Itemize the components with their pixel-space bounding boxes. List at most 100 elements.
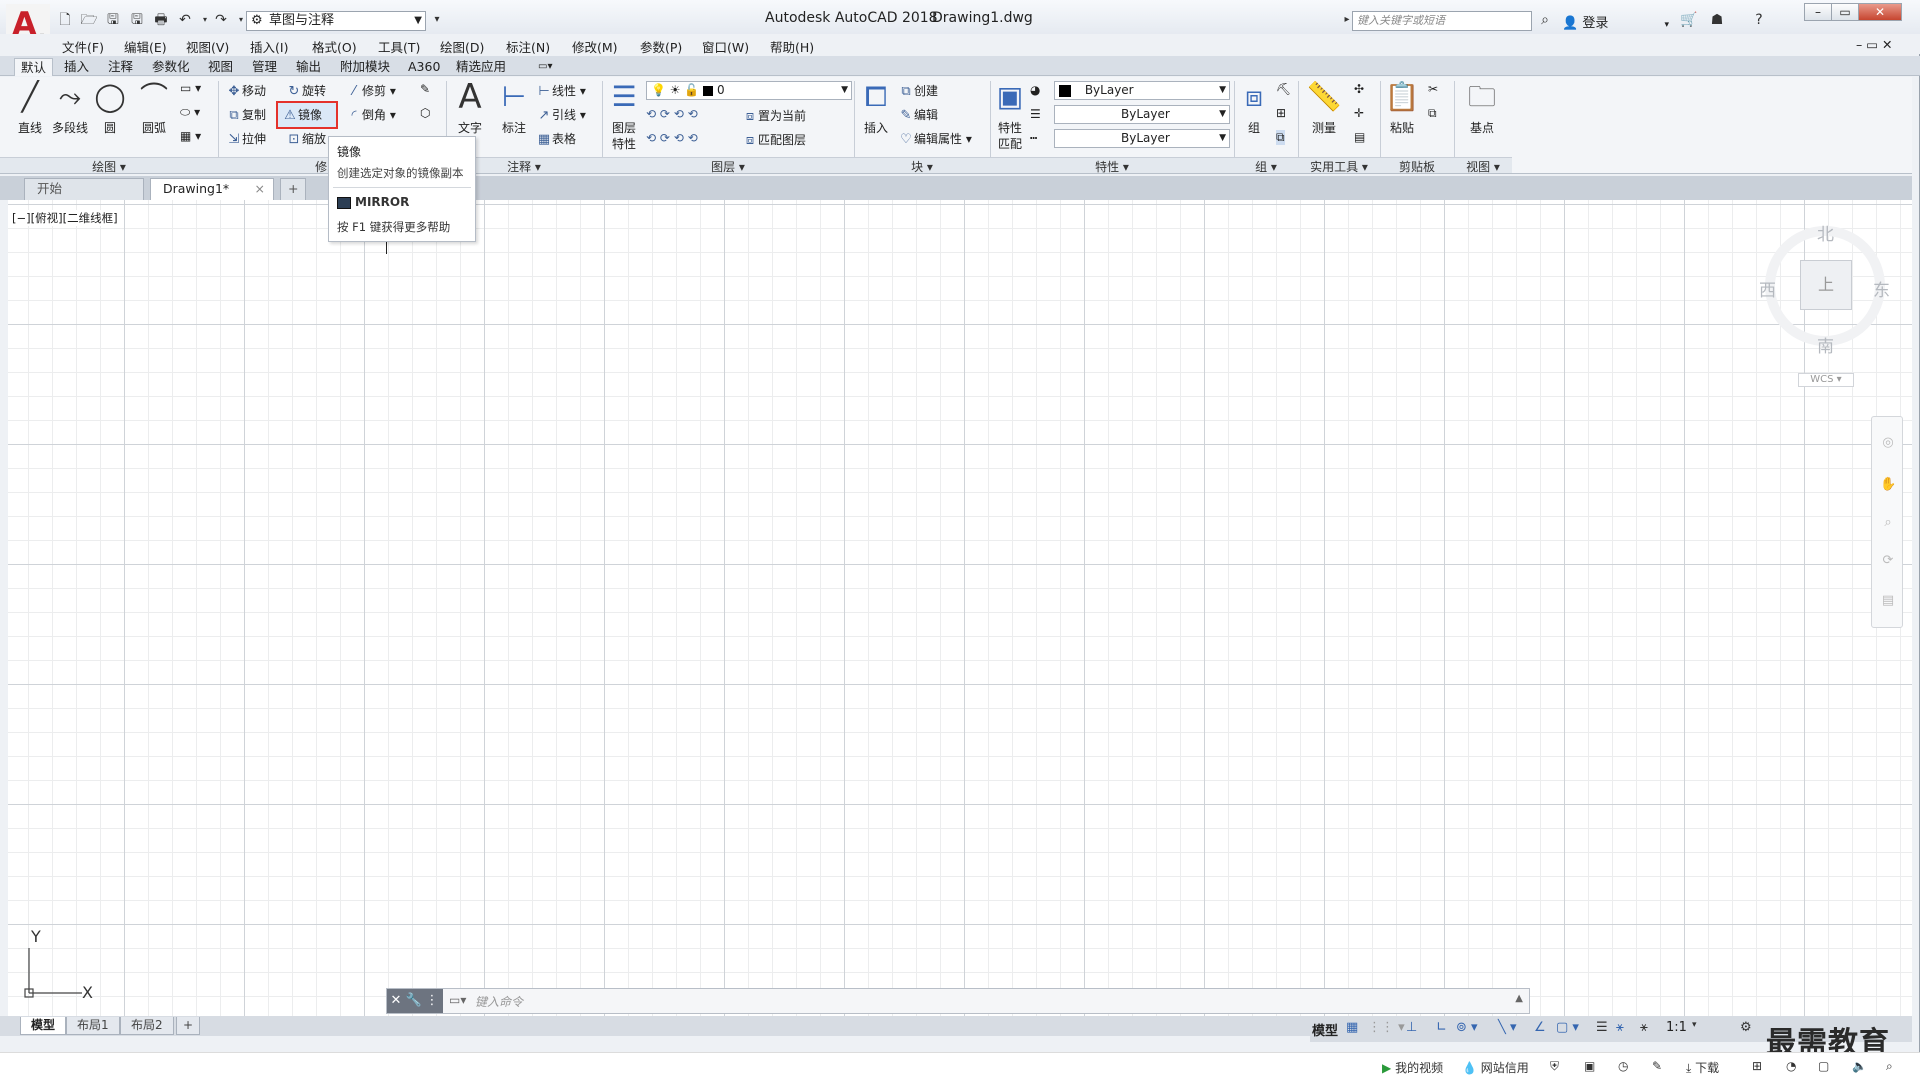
group-icon[interactable]: ⧈ <box>1236 79 1272 115</box>
view-cube-top-face[interactable]: 上 <box>1800 260 1852 310</box>
cart-icon[interactable]: 🛒 <box>1680 12 1698 28</box>
customize-quick-access-icon[interactable]: ▾ <box>428 12 446 28</box>
block-panel-title[interactable]: 块 ▾ <box>854 157 990 174</box>
mirror-button[interactable]: ⚠ 镜像 <box>276 101 338 129</box>
cut-icon[interactable]: ✂ <box>1428 82 1438 96</box>
view-cube-east[interactable]: 东 <box>1873 276 1890 301</box>
tab-layout2[interactable]: 布局2 <box>120 1017 174 1035</box>
print-icon[interactable]: 🖶 <box>152 12 170 28</box>
lineweight-dropdown[interactable]: ByLayer ▼ <box>1054 105 1230 124</box>
command-history-icon[interactable]: ▲ <box>1515 993 1523 1004</box>
trim-button[interactable]: ⁄ 修剪 ▾ <box>346 82 396 99</box>
site-credit-button[interactable]: 💧 网站信用 <box>1462 1059 1529 1076</box>
ungroup-icon[interactable]: ⛏ <box>1276 82 1291 96</box>
menu-window[interactable]: 窗口(W) <box>702 37 749 56</box>
volume-icon[interactable]: 🔈 <box>1852 1059 1867 1073</box>
set-current-button[interactable]: ⧈ 置为当前 <box>742 107 806 124</box>
create-block-button[interactable]: ⧉ 创建 <box>898 82 938 99</box>
match-properties-label-1[interactable]: 特性 <box>998 119 1022 136</box>
tab-home[interactable]: 默认 <box>14 58 54 76</box>
shield-icon[interactable]: ⛨ <box>1550 1059 1559 1074</box>
layer-dropdown[interactable]: 💡 ☀ 🔓 0 ▼ <box>646 81 852 100</box>
tab-manage[interactable]: 管理 <box>246 58 283 76</box>
view-cube-west[interactable]: 西 <box>1759 276 1776 301</box>
copy-clip-icon[interactable]: ⧉ <box>1428 106 1437 121</box>
open-file-icon[interactable]: 🗁 <box>80 12 98 28</box>
layer-tools-row-1[interactable]: ⟲ ⟳ ⟲ ⟲ <box>646 107 698 121</box>
stretch-button[interactable]: ⇲ 拉伸 <box>226 130 266 147</box>
minimize-button[interactable]: – <box>1804 3 1832 21</box>
doc-window-controls[interactable]: – ▭ ✕ <box>1856 37 1892 52</box>
polyline-icon[interactable]: ⤳ <box>52 79 88 115</box>
close-icon[interactable]: × <box>255 179 265 199</box>
linear-button[interactable]: ⊢ 线性 ▾ <box>536 82 586 99</box>
insert-label[interactable]: 插入 <box>864 119 888 136</box>
my-video-button[interactable]: ▶ 我的视频 <box>1382 1059 1443 1076</box>
view-panel-title[interactable]: 视图 ▾ <box>1454 157 1512 174</box>
arc-label[interactable]: 圆弧 <box>142 119 166 136</box>
scale-button[interactable]: ⊡ 缩放 <box>286 130 326 147</box>
copy-button[interactable]: ⧉ 复制 <box>226 106 266 123</box>
wcs-menu[interactable]: WCS ▾ <box>1798 373 1854 387</box>
wrench-icon[interactable]: 🔧 <box>405 989 423 1013</box>
lineweight-toggle-icon[interactable]: ☰ <box>1596 1020 1608 1035</box>
close-icon[interactable]: ✕ <box>387 989 405 1013</box>
pan-icon[interactable]: ✋ <box>1880 477 1896 493</box>
menu-insert[interactable]: 插入(I) <box>250 37 288 56</box>
fillet-button[interactable]: ◜ 倒角 ▾ <box>346 106 395 123</box>
window-icon[interactable]: ▢ <box>1818 1059 1829 1073</box>
model-space-button[interactable]: 模型 <box>1312 1020 1338 1039</box>
infer-constraints-icon[interactable]: ⊥ <box>1406 1020 1417 1035</box>
isometric-icon[interactable]: ╲ ▾ <box>1498 1020 1516 1035</box>
line-label[interactable]: 直线 <box>18 119 42 136</box>
tab-layout1[interactable]: 布局1 <box>66 1017 120 1035</box>
erase-icon[interactable]: ✎ <box>420 82 430 96</box>
layer-properties-label-1[interactable]: 图层 <box>612 119 636 136</box>
color-dropdown[interactable]: ByLayer ▼ <box>1054 81 1230 100</box>
tab-parametric[interactable]: 参数化 <box>146 58 196 76</box>
login-button[interactable]: 👤 登录 ▾ <box>1562 12 1669 31</box>
download-button[interactable]: ⤓ 下载 <box>1686 1059 1719 1076</box>
clock-icon[interactable]: ◷ <box>1618 1059 1628 1073</box>
ellipse-icon[interactable]: ⬭ ▾ <box>180 105 200 120</box>
binoculars-icon[interactable]: ⌕ <box>1536 12 1554 28</box>
search-icon[interactable]: ⌕ <box>1886 1059 1893 1074</box>
text-icon[interactable]: A <box>452 79 488 115</box>
layer-properties-label-2[interactable]: 特性 <box>612 135 636 152</box>
speed-icon[interactable]: ◔ <box>1786 1059 1796 1073</box>
image-icon[interactable]: ▣ <box>1584 1059 1595 1073</box>
properties-panel-title[interactable]: 特性 ▾ <box>990 157 1234 174</box>
layer-properties-icon[interactable]: ☰ <box>606 79 642 115</box>
group-edit-icon[interactable]: ⊞ <box>1276 106 1286 120</box>
move-button[interactable]: ✥ 移动 <box>226 82 266 99</box>
text-label[interactable]: 文字 <box>458 119 482 136</box>
viewport-controls[interactable]: [−][俯视][二维线框] <box>12 210 118 226</box>
tab-view[interactable]: 视图 <box>202 58 239 76</box>
base-view-icon[interactable]: 🗀 <box>1464 79 1500 115</box>
new-tab-button[interactable]: + <box>280 178 306 200</box>
menu-edit[interactable]: 编辑(E) <box>124 37 167 56</box>
menu-view[interactable]: 视图(V) <box>186 37 229 56</box>
snap-icon[interactable]: ⋮⋮ ▾ <box>1368 1020 1405 1035</box>
tab-output[interactable]: 输出 <box>290 58 327 76</box>
search-input[interactable]: 键入关键字或短语 <box>1352 11 1532 31</box>
measure-icon[interactable]: 📏 <box>1306 79 1342 115</box>
paste-icon[interactable]: 📋 <box>1384 79 1420 115</box>
draw-panel-title[interactable]: 绘图 ▾ <box>0 157 218 174</box>
menu-draw[interactable]: 绘图(D) <box>440 37 484 56</box>
connect-icon[interactable]: ☗ <box>1708 12 1726 28</box>
menu-help[interactable]: 帮助(H) <box>770 37 814 56</box>
circle-icon[interactable]: ◯ <box>92 79 128 115</box>
zoom-icon[interactable]: ⌕ <box>1880 515 1896 531</box>
tab-addins[interactable]: 附加模块 <box>334 58 396 76</box>
explode-icon[interactable]: ⬡ <box>420 106 430 120</box>
dimension-label[interactable]: 标注 <box>502 119 526 136</box>
command-line[interactable]: ✕ 🔧 ⋮ ▭▾ 键入命令 ▲ <box>386 988 1530 1014</box>
tab-drawing1[interactable]: Drawing1* × <box>150 178 274 200</box>
quick-select-icon[interactable]: ✣ <box>1354 82 1364 96</box>
group-label[interactable]: 组 <box>1248 119 1260 136</box>
view-cube[interactable]: 北 西 东 南 上 WCS ▾ <box>1755 218 1895 398</box>
rotate-button[interactable]: ↻ 旋转 <box>286 82 326 99</box>
help-icon[interactable]: ? <box>1750 12 1768 28</box>
tab-a360[interactable]: A360 <box>402 58 446 76</box>
